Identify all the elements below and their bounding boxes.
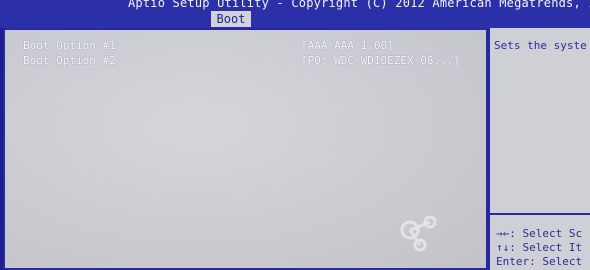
boot-option-1-label: Boot Option #1: [23, 39, 116, 52]
help-description: Sets the syste: [494, 39, 587, 52]
boot-option-2-label: Boot Option #2: [23, 54, 116, 67]
watermark-logo: [400, 215, 437, 252]
app-title: Aptio Setup Utility - Copyright (C) 2012…: [128, 0, 590, 10]
boot-option-2-value[interactable]: [P0: WDC WD10EZEX-08...]: [301, 54, 460, 67]
boot-option-2-row[interactable]: Boot Option #2 [P0: WDC WD10EZEX-08...]: [23, 54, 460, 67]
boot-option-1-row[interactable]: Boot Option #1 [AAA AAA 1.00]: [23, 39, 394, 52]
header-bar: Aptio Setup Utility - Copyright (C) 2012…: [0, 0, 590, 28]
boot-option-1-value[interactable]: [AAA AAA 1.00]: [301, 39, 394, 52]
tab-boot[interactable]: Boot: [211, 11, 251, 27]
